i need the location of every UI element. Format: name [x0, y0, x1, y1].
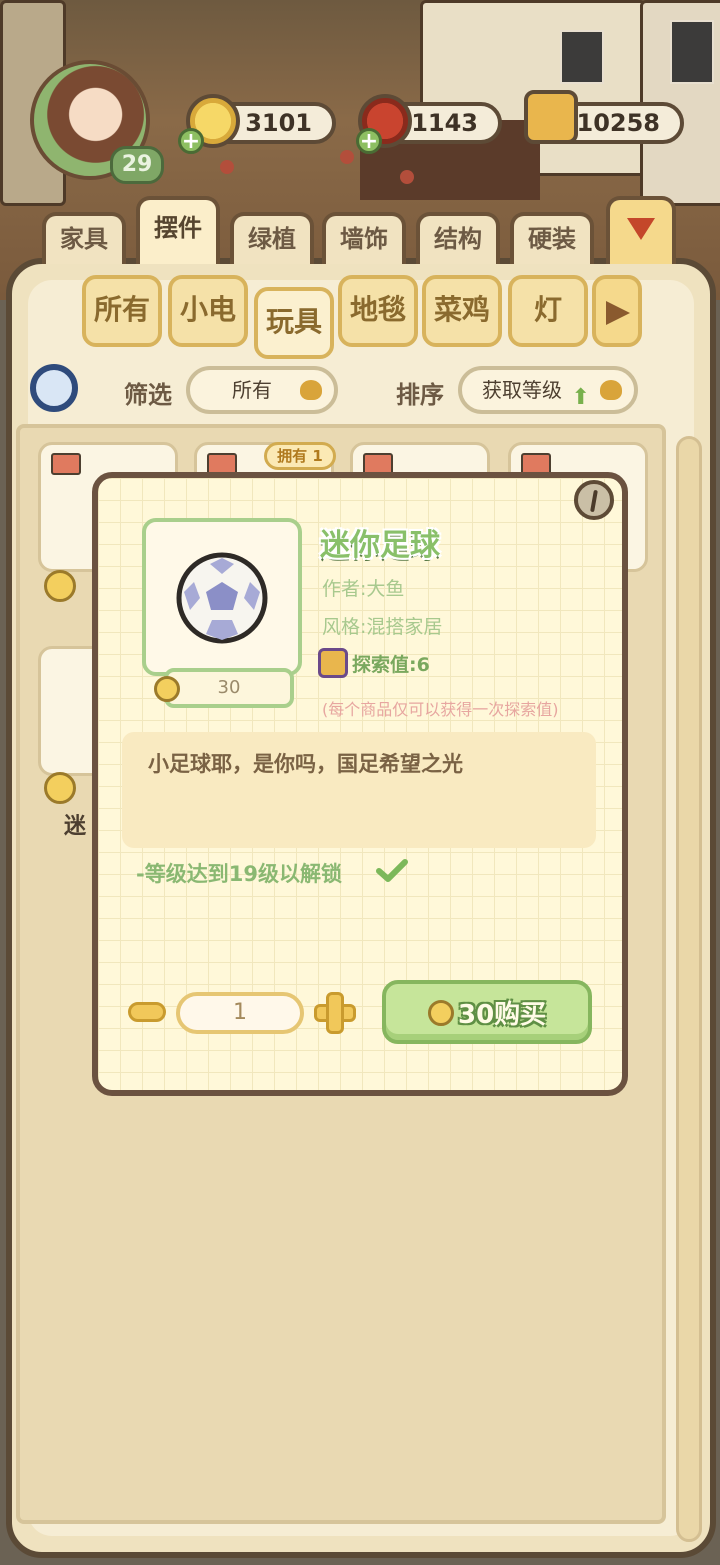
window	[560, 30, 604, 84]
filter-value: 所有	[232, 378, 272, 402]
owned-badge: 拥有 1	[264, 442, 336, 470]
flower	[340, 150, 354, 164]
check-icon	[376, 859, 408, 882]
item-card-label: 迷	[64, 814, 87, 839]
tab-ornaments[interactable]: 摆件	[136, 196, 220, 264]
tab-structure[interactable]: 结构	[416, 212, 500, 264]
quantity-field[interactable]: 1	[176, 992, 304, 1034]
increase-quantity-button[interactable]	[314, 992, 356, 1034]
tab-plants[interactable]: 绿植	[230, 212, 314, 264]
coin-icon	[428, 1000, 454, 1026]
decrease-quantity-button[interactable]	[128, 1002, 166, 1022]
flower	[220, 160, 234, 174]
coin-icon	[44, 772, 76, 804]
soccer-ball-icon	[176, 552, 268, 644]
explore-value: 探索值:6	[352, 654, 430, 676]
tab-hard-decor[interactable]: 硬装	[510, 212, 594, 264]
subtab-lights[interactable]: 灯	[508, 275, 588, 347]
sort-dropdown[interactable]: 获取等级 ⬆	[458, 366, 638, 414]
close-icon[interactable]	[574, 480, 614, 520]
search-icon[interactable]	[30, 364, 78, 412]
tab-wall-decor[interactable]: 墙饰	[322, 212, 406, 264]
explore-book-icon	[524, 90, 578, 144]
level-badge: 29	[110, 146, 164, 184]
arrow-up-icon: ⬆	[571, 385, 590, 410]
sort-value: 获取等级	[482, 378, 562, 402]
buy-button-label: 30购买	[458, 1000, 547, 1030]
tab-furniture[interactable]: 家具	[42, 212, 126, 264]
subtab-carpets[interactable]: 地毯	[338, 275, 418, 347]
item-description: 小足球耶，是你吗，国足希望之光	[148, 752, 463, 776]
add-coins-button[interactable]: +	[178, 128, 204, 154]
sort-label: 排序	[396, 381, 444, 409]
subtab-next-arrow[interactable]	[592, 275, 642, 347]
explore-book-icon	[318, 648, 348, 678]
filter-dropdown[interactable]: 所有	[186, 366, 338, 414]
coin-icon	[154, 676, 180, 702]
window	[670, 20, 714, 84]
price-tag: 30	[164, 668, 294, 708]
tab-download[interactable]	[606, 196, 676, 264]
truck-icon	[51, 453, 81, 475]
unlock-condition: -等级达到19级以解锁	[136, 862, 342, 886]
arrow-down-icon	[627, 218, 655, 240]
scrollbar[interactable]	[676, 436, 702, 1542]
coin-icon	[44, 570, 76, 602]
item-name: 迷你足球	[320, 528, 440, 563]
subtab-toys[interactable]: 玩具	[254, 287, 334, 359]
item-author: 作者:大鱼	[322, 578, 405, 600]
flower	[400, 170, 414, 184]
add-food-button[interactable]: +	[356, 128, 382, 154]
subtab-all[interactable]: 所有	[82, 275, 162, 347]
heart-icon	[600, 380, 622, 400]
filter-label: 筛选	[124, 381, 172, 409]
explore-note: (每个商品仅可以获得一次探索值)	[322, 700, 559, 719]
subtab-chickens[interactable]: 菜鸡	[422, 275, 502, 347]
item-style: 风格:混搭家居	[322, 616, 443, 638]
subtab-small-appliances[interactable]: 小电	[168, 275, 248, 347]
heart-icon	[300, 380, 322, 400]
